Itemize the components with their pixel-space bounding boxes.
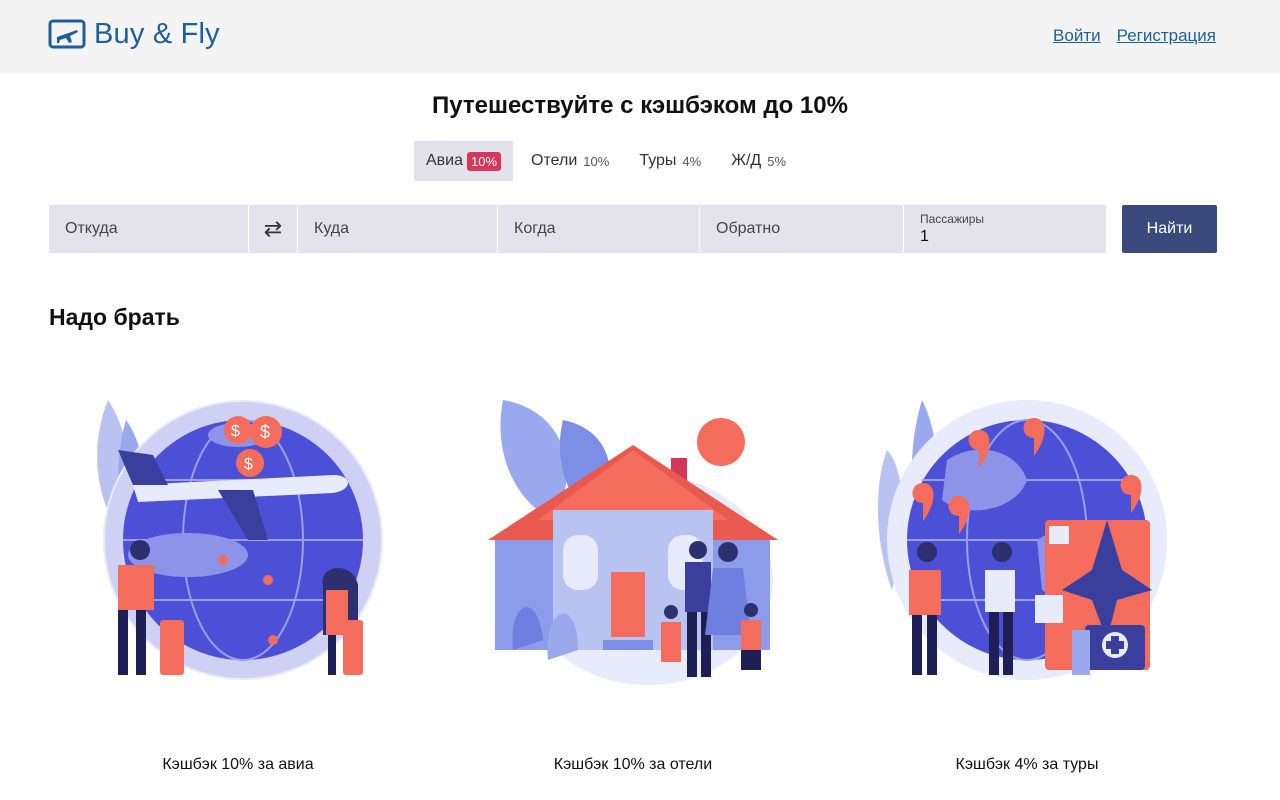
tab-cashback-badge: 10% (467, 151, 502, 171)
passengers-label: Пассажиры (920, 212, 985, 226)
logo-text: Buy & Fly (94, 17, 220, 50)
card-hotels[interactable]: Кэшбэк 10% за отели (473, 390, 793, 773)
find-button[interactable]: Найти (1122, 205, 1217, 253)
when-field[interactable] (498, 205, 700, 253)
passengers-value: 1 (920, 228, 929, 245)
search-form: ⇄ Пассажиры 1 (49, 205, 1106, 253)
tab-label: Авиа (426, 152, 464, 169)
tab-cashback-pct: 5% (767, 153, 787, 169)
passengers-field[interactable]: Пассажиры 1 (904, 205, 1106, 253)
tab-label: Ж/Д (731, 152, 762, 169)
card-caption: Кэшбэк 10% за авиа (162, 756, 314, 773)
auth-links: Войти Регистрация (1053, 26, 1216, 46)
to-input[interactable] (314, 220, 497, 238)
return-input[interactable] (716, 220, 903, 238)
register-link[interactable]: Регистрация (1117, 26, 1216, 46)
house-family-illustration (488, 400, 778, 685)
airplane-globe-illustration: $ $ $ (97, 400, 383, 680)
login-link[interactable]: Войти (1053, 26, 1101, 46)
swap-arrows-icon: ⇄ (263, 216, 283, 241)
logo[interactable]: Buy & Fly (48, 16, 220, 52)
tab-cashback-pct: 4% (682, 153, 702, 169)
page-title: Путешествуйте с кэшбэком до 10% (432, 92, 848, 119)
plane-ticket-logo-icon (48, 19, 86, 49)
svg-text:$: $ (260, 422, 270, 442)
svg-text:$: $ (231, 423, 240, 440)
card-caption: Кэшбэк 4% за туры (955, 756, 1099, 773)
tab-rail[interactable]: Ж/Д 5% (719, 141, 798, 181)
from-field[interactable] (49, 205, 249, 253)
card-tours[interactable]: Кэшбэк 4% за туры (867, 390, 1187, 773)
return-field[interactable] (700, 205, 904, 253)
card-caption: Кэшбэк 10% за отели (553, 756, 713, 773)
category-tabs: Авиа 10% Отели 10% Туры 4% Ж/Д 5% (414, 141, 804, 181)
tab-cashback-pct: 10% (583, 153, 610, 169)
tab-tours[interactable]: Туры 4% (627, 141, 713, 181)
when-input[interactable] (514, 220, 699, 238)
swap-button[interactable]: ⇄ (249, 205, 298, 253)
tab-hotels[interactable]: Отели 10% (519, 141, 621, 181)
from-input[interactable] (65, 220, 248, 238)
card-avia[interactable]: $ $ $ Кэшбэк 10% за авиа (78, 390, 398, 773)
svg-text:$: $ (244, 456, 253, 473)
tab-label: Отели (531, 152, 578, 169)
header: Buy & Fly Войти Регистрация (0, 0, 1280, 74)
to-field[interactable] (298, 205, 498, 253)
section-title: Надо брать (49, 304, 180, 330)
tab-avia[interactable]: Авиа 10% (414, 141, 514, 181)
globe-map-pins-illustration (877, 400, 1167, 680)
tab-label: Туры (639, 152, 677, 169)
